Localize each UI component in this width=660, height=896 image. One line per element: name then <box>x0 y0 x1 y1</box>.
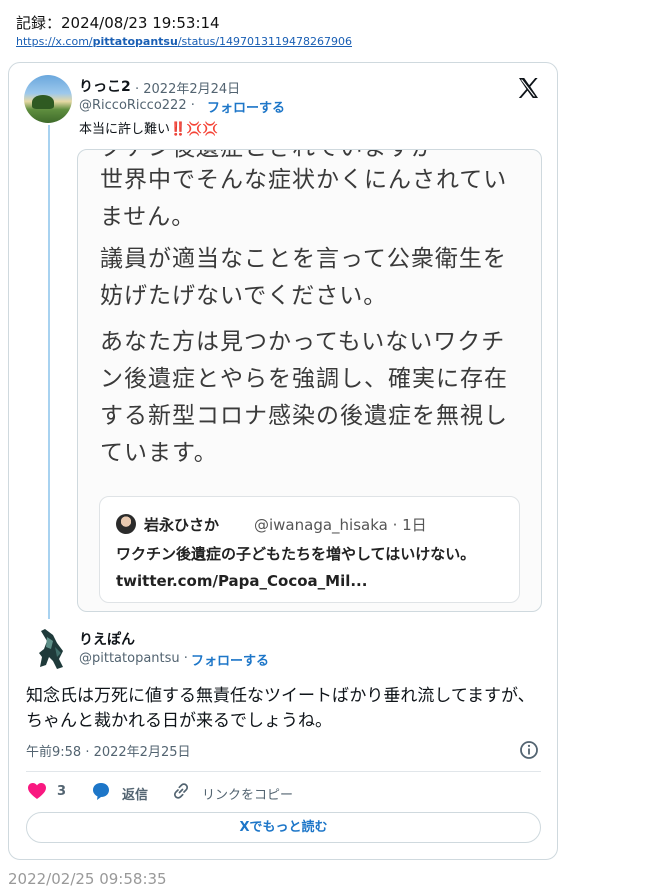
parent-avatar[interactable] <box>24 75 72 123</box>
source-url-link[interactable]: https://x.com/pittatopantsu/status/14970… <box>16 35 352 48</box>
image-cut-line: クチン後遺症とされていますが <box>100 150 435 162</box>
main-tweet-time[interactable]: 午前9:58 · 2022年2月25日 <box>26 741 191 760</box>
read-more-button[interactable]: Xでもっと読む <box>26 812 541 843</box>
image-paragraph-3: あなた方は見つかってもいないワクチン後遺症とやらを強調し、確実に存在する新型コロ… <box>100 329 508 466</box>
parent-tweet-text: 本当に許し難い‼️💢💢 <box>79 122 219 137</box>
copy-link-button[interactable]: リンクをコピー <box>202 784 293 803</box>
x-logo-icon[interactable] <box>515 76 541 100</box>
thread-connector-line <box>48 125 50 619</box>
main-handle[interactable]: @pittatopantsu · <box>79 651 188 666</box>
quoted-handle: @iwanaga_hisaka · 1日 <box>254 516 427 534</box>
tweet-embed-card: りっこ2 · 2022年2月24日 @RiccoRicco222 · フォローす… <box>8 62 558 860</box>
like-count[interactable]: 3 <box>57 784 66 799</box>
main-author-name[interactable]: りえぽん <box>79 629 135 649</box>
parent-follow-button[interactable]: フォローする <box>207 97 285 116</box>
info-icon[interactable] <box>519 740 539 760</box>
parent-handle[interactable]: @RiccoRicco222 · <box>79 98 195 113</box>
quoted-text: ワクチン後遺症の子どもたちを増やしてはいけない。 twitter.com/Pap… <box>116 545 476 590</box>
reply-button[interactable]: 返信 <box>122 784 148 803</box>
link-icon[interactable] <box>171 781 191 801</box>
url-suffix: /status/1497013119478267906 <box>177 35 352 48</box>
url-prefix: https://x.com/ <box>16 35 93 48</box>
record-timestamp: 記録：2024/08/23 19:53:14 <box>16 14 220 32</box>
main-tweet-text: 知念氏は万死に値する無責任なツイートばかり垂れ流してますが、ちゃんと裁かれる日が… <box>26 686 535 731</box>
parent-date[interactable]: · 2022年2月24日 <box>135 78 240 97</box>
image-paragraph-2: 議員が適当なことを言って公衆衛生を妨げたげないでください。 <box>100 246 507 309</box>
main-avatar[interactable] <box>33 627 71 671</box>
quoted-avatar <box>116 514 136 534</box>
actions-divider <box>26 771 541 772</box>
quoted-author-name: 岩永ひさか <box>144 516 220 534</box>
parent-image[interactable]: クチン後遺症とされていますが 世界中でそんな症状かくにんされていません。 議員が… <box>77 149 542 612</box>
footer-timestamp: 2022/02/25 09:58:35 <box>8 870 167 888</box>
image-paragraph-1: 世界中でそんな症状かくにんされていません。 <box>100 167 508 230</box>
url-user: pittatopantsu <box>92 35 178 48</box>
heart-icon[interactable] <box>27 782 47 800</box>
quoted-tweet: 岩永ひさか @iwanaga_hisaka · 1日 ワクチン後遺症の子どもたち… <box>99 496 520 603</box>
main-follow-button[interactable]: フォローする <box>191 650 269 669</box>
parent-author-name[interactable]: りっこ2 <box>79 76 131 96</box>
reply-bubble-icon[interactable] <box>91 781 111 801</box>
